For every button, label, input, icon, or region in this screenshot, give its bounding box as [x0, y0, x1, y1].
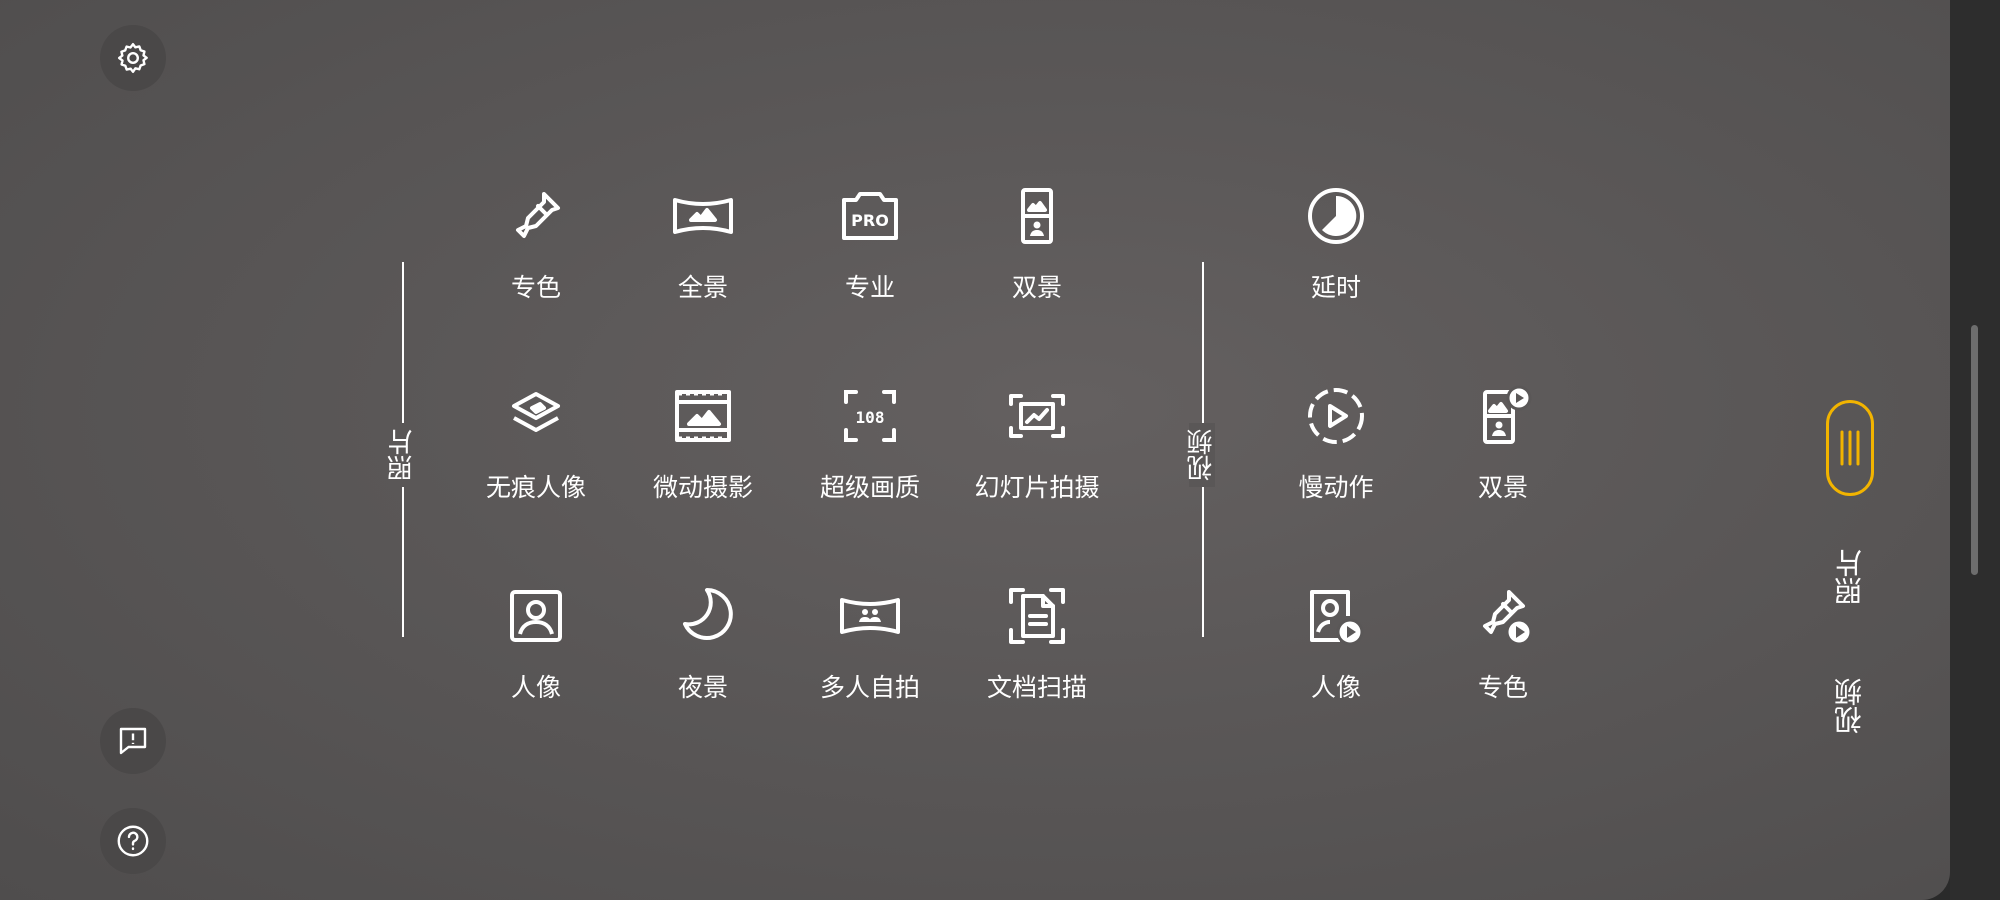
mode-slow-motion[interactable]: 慢动作	[1256, 384, 1416, 534]
svg-text:108: 108	[856, 408, 885, 427]
mode-label: 专色	[510, 273, 561, 302]
dual-view-video-icon	[1471, 384, 1535, 448]
mode-timelapse[interactable]: 延时	[1256, 184, 1416, 334]
mode-label: 专色	[1477, 673, 1528, 702]
mode-switch-handle[interactable]	[1826, 400, 1874, 496]
mode-label: 超级画质	[819, 473, 920, 502]
mode-panorama[interactable]: 全景	[623, 184, 783, 334]
mode-color-select-video[interactable]: 专色	[1423, 584, 1583, 734]
film-strip-icon	[671, 384, 735, 448]
mode-dual-view-video[interactable]: 双景	[1423, 384, 1583, 534]
svg-text:PRO: PRO	[851, 211, 889, 230]
settings-button[interactable]	[100, 25, 166, 91]
mode-label: 文档扫描	[986, 673, 1087, 702]
mode-label: 专业	[844, 273, 895, 302]
photo-section-label: 照片	[387, 423, 417, 487]
mode-label: 幻灯片拍摄	[974, 473, 1100, 502]
portrait-video-icon	[1304, 584, 1368, 648]
mode-label: 多人自拍	[819, 673, 920, 702]
mode-night[interactable]: 夜景	[623, 584, 783, 734]
mode-label: 微动摄影	[652, 473, 753, 502]
eyedropper-icon	[504, 184, 568, 248]
mode-label: 双景	[1477, 473, 1528, 502]
help-button[interactable]	[100, 808, 166, 874]
mode-label: 无痕人像	[485, 473, 586, 502]
mode-pro[interactable]: PRO 专业	[790, 184, 950, 334]
layers-eraser-icon	[504, 384, 568, 448]
mode-group-selfie[interactable]: 多人自拍	[790, 584, 950, 734]
dual-view-icon	[1005, 184, 1069, 248]
mode-dual-view[interactable]: 双景	[957, 184, 1117, 334]
tab-video[interactable]: 视频	[1833, 678, 1866, 734]
mode-label: 慢动作	[1298, 473, 1374, 502]
moon-icon	[671, 584, 735, 648]
group-selfie-icon	[838, 584, 902, 648]
eyedropper-video-icon	[1471, 584, 1535, 648]
slow-motion-icon	[1304, 384, 1368, 448]
portrait-icon	[504, 584, 568, 648]
panorama-icon	[671, 184, 735, 248]
mode-super-quality[interactable]: 108 超级画质	[790, 384, 950, 534]
mode-label: 人像	[1310, 673, 1361, 702]
document-scan-icon	[1005, 584, 1069, 648]
video-section-label: 视频	[1187, 423, 1217, 487]
timelapse-icon	[1304, 184, 1368, 248]
mode-label: 夜景	[677, 673, 728, 702]
slide-capture-icon	[1005, 384, 1069, 448]
tab-photo[interactable]: 照片	[1833, 549, 1866, 605]
108-focus-icon: 108	[838, 384, 902, 448]
pro-camera-icon: PRO	[838, 184, 902, 248]
mode-label: 人像	[510, 673, 561, 702]
mode-color-select[interactable]: 专色	[456, 184, 616, 334]
mode-portrait[interactable]: 人像	[456, 584, 616, 734]
mode-traceless-portrait[interactable]: 无痕人像	[456, 384, 616, 534]
mode-portrait-video[interactable]: 人像	[1256, 584, 1416, 734]
feedback-icon	[119, 727, 147, 755]
three-lines-icon	[1840, 430, 1860, 466]
mode-slide-capture[interactable]: 幻灯片拍摄	[957, 384, 1117, 534]
feedback-button[interactable]	[100, 708, 166, 774]
gear-icon	[118, 43, 148, 73]
help-icon	[117, 825, 149, 857]
mode-document-scan[interactable]: 文档扫描	[957, 584, 1117, 734]
mode-micro-motion[interactable]: 微动摄影	[623, 384, 783, 534]
mode-label: 全景	[677, 273, 728, 302]
mode-label: 双景	[1011, 273, 1062, 302]
mode-label: 延时	[1310, 273, 1361, 302]
scrollbar-thumb[interactable]	[1971, 325, 1978, 575]
